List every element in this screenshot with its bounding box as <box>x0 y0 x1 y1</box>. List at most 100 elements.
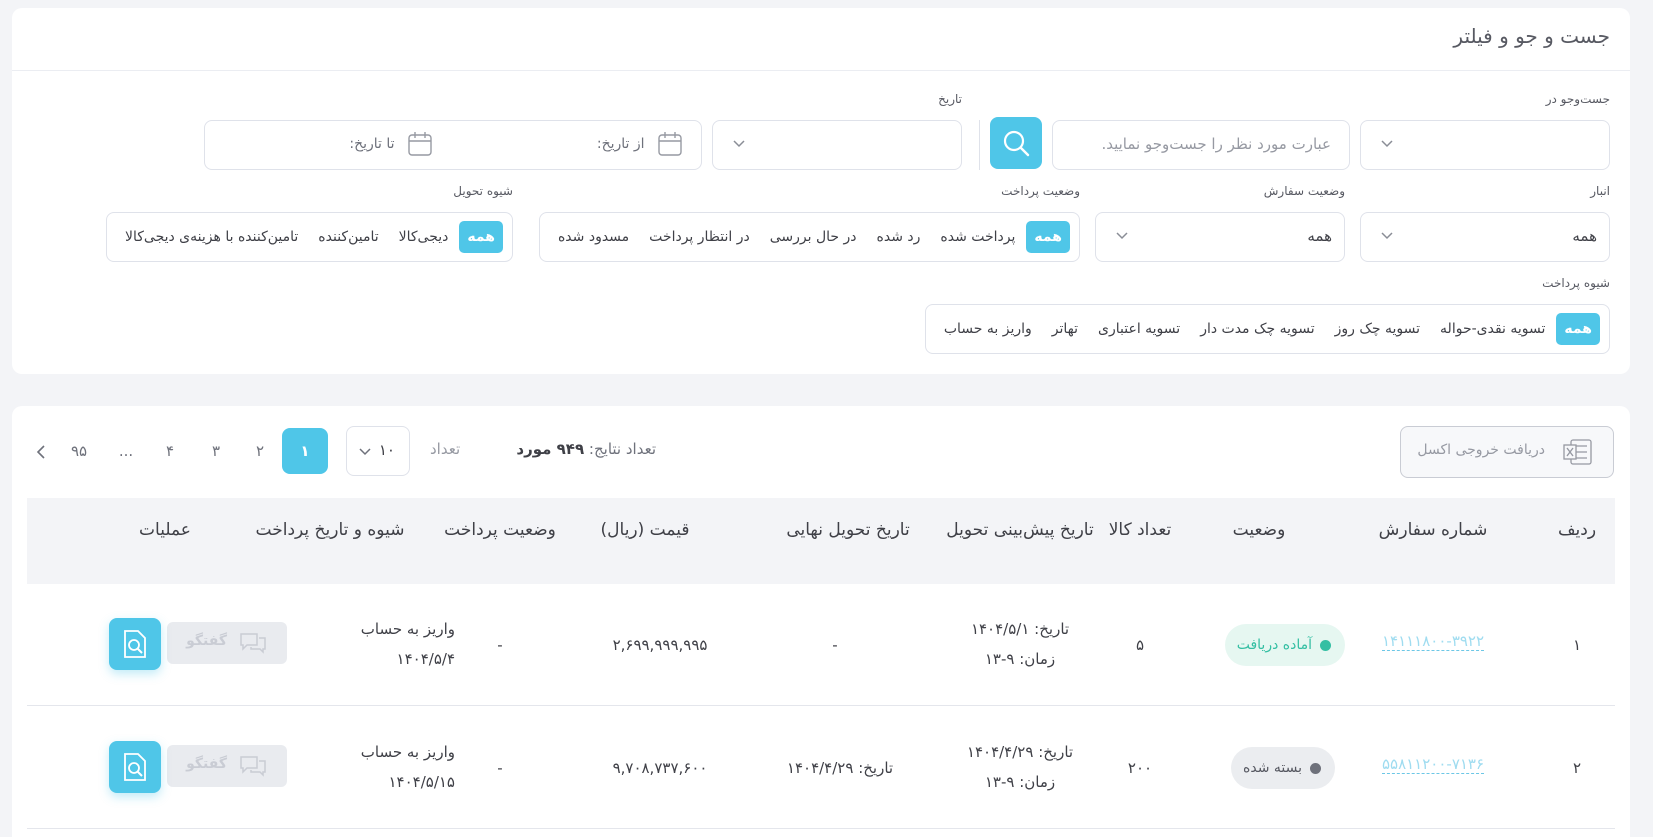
excel-export-label: دریافت خروجی اکسل <box>1417 442 1545 458</box>
column-header: قیمت (ریال) <box>600 520 690 540</box>
calendar-icon <box>407 131 433 157</box>
filter-title: جست و جو و فیلتر <box>1453 24 1610 48</box>
divider <box>12 70 1630 71</box>
page-button[interactable]: ۲ <box>250 428 270 474</box>
row-index: ۲ <box>1572 759 1582 777</box>
forecast-time: زمان: ۹-۱۳ <box>984 650 1056 668</box>
column-header: وضعیت <box>1232 520 1286 540</box>
table-row: ۱ ۱۴۱۱۱۸۰۰-۳۹۲۲ آماده دریافت ۵ تاریخ: ۱۴… <box>27 584 1615 706</box>
view-document-icon <box>124 753 146 781</box>
payment-status-option[interactable]: در انتظار پرداخت <box>640 221 759 253</box>
date-type-select[interactable] <box>712 120 962 170</box>
forecast-date: تاریخ: ۱۴۰۴/۵/۱ <box>970 620 1070 638</box>
search-button[interactable] <box>990 117 1042 169</box>
payment-method-option[interactable]: همه <box>1556 313 1600 345</box>
view-document-icon <box>124 630 146 658</box>
to-date-input[interactable]: تا تاریخ: <box>349 131 433 161</box>
results-card: دریافت خروجی اکسل تعداد نتایج: ۹۴۹ مورد … <box>12 406 1630 837</box>
view-order-button[interactable] <box>109 618 161 670</box>
search-icon <box>1003 130 1030 157</box>
payment-method-option[interactable]: تسویه چک روز <box>1326 313 1429 345</box>
payment-status-option[interactable]: مسدود شده <box>549 221 638 253</box>
final-delivery: - <box>832 636 838 654</box>
from-date-input[interactable]: از تاریخ: <box>597 131 683 161</box>
view-order-button[interactable] <box>109 741 161 793</box>
row-index: ۱ <box>1572 636 1582 654</box>
result-count-label: تعداد نتایج: <box>588 440 656 458</box>
chevron-down-icon <box>359 445 371 457</box>
warehouse-label: انبار <box>1590 184 1610 198</box>
payment-status-option[interactable]: رد شده <box>868 221 930 253</box>
page-button[interactable]: ۱ <box>282 428 328 474</box>
date-range-field[interactable]: از تاریخ: تا تاریخ: <box>204 120 702 170</box>
forecast-date: تاریخ: ۱۴۰۴/۴/۲۹ <box>966 743 1074 761</box>
column-header: تاریخ تحویل نهایی <box>786 520 910 540</box>
column-header: شماره سفارش <box>1378 520 1488 540</box>
payment-status-label: وضعیت پرداخت <box>1001 184 1080 198</box>
order-number-link[interactable]: ۱۴۱۱۱۸۰۰-۳۹۲۲ <box>1363 626 1503 656</box>
delivery-method-option[interactable]: تامین‌کننده <box>309 221 387 253</box>
chat-button[interactable]: گفتگو <box>167 745 287 787</box>
payment-method-option[interactable]: تسویه نقدی-حواله <box>1431 313 1554 345</box>
payment-status-segmented: همه پرداخت شده رد شده در حال بررسی در ان… <box>538 212 1080 262</box>
chat-icon <box>240 756 266 777</box>
filter-card: جست و جو و فیلتر جست‌وجو در عبارت مورد ن… <box>12 8 1630 374</box>
chat-button[interactable]: گفتگو <box>167 622 287 664</box>
payment-date: ۱۴۰۴/۵/۴ <box>396 650 455 668</box>
payment-status-option[interactable]: پرداخت شده <box>931 221 1024 253</box>
forecast-delivery: تاریخ: ۱۴۰۴/۵/۱ زمان: ۹-۱۳ <box>925 614 1115 674</box>
search-input[interactable]: عبارت مورد نظر را جست‌وجو نمایید. <box>1052 120 1350 170</box>
delivery-method-option[interactable]: تامین‌کننده با هزینه‌ی دیجی‌کالا <box>116 221 307 253</box>
column-header: وضعیت پرداخت <box>444 520 556 540</box>
chevron-down-icon <box>733 137 745 149</box>
search-in-select[interactable] <box>1360 120 1610 170</box>
chat-icon <box>240 633 266 654</box>
delivery-method-option[interactable]: دیجی‌کالا <box>390 221 458 253</box>
order-number-link[interactable]: ۵۵۸۱۱۲۰۰-۷۱۳۶ <box>1363 749 1503 779</box>
payment-method-date: واریز به حساب ۱۴۰۴/۵/۱۵ <box>295 737 455 797</box>
excel-export-button[interactable]: دریافت خروجی اکسل <box>1400 426 1614 478</box>
result-count-value: ۹۴۹ مورد <box>516 440 585 458</box>
order-status-select[interactable]: همه <box>1095 212 1345 262</box>
calendar-icon <box>657 131 683 157</box>
date-label: تاریخ <box>938 92 962 106</box>
excel-icon <box>1563 439 1592 465</box>
warehouse-value: همه <box>1572 227 1597 245</box>
forecast-delivery: تاریخ: ۱۴۰۴/۴/۲۹ زمان: ۹-۱۳ <box>925 737 1115 797</box>
payment-method-label: شیوه پرداخت <box>1542 276 1610 290</box>
payment-method-option[interactable]: تهاتر <box>1043 313 1087 345</box>
payment-status-option[interactable]: همه <box>1026 221 1070 253</box>
chevron-down-icon <box>1116 229 1128 241</box>
payment-method-option[interactable]: تسویه اعتباری <box>1089 313 1189 345</box>
result-count: تعداد نتایج: ۹۴۹ مورد <box>516 440 656 458</box>
per-page-value: ۱۰ <box>378 441 395 459</box>
payment-method-option[interactable]: واریز به حساب <box>935 313 1041 345</box>
delivery-method-option[interactable]: همه <box>459 221 503 253</box>
payment-method-option[interactable]: تسویه چک مدت دار <box>1191 313 1323 345</box>
status-badge: بسته شده <box>1231 747 1335 789</box>
page-ellipsis: ... <box>118 442 134 460</box>
page-button[interactable]: ۴ <box>160 428 180 474</box>
order-number: ۱۴۱۱۱۸۰۰-۳۹۲۲ <box>1381 632 1485 651</box>
per-page-select[interactable]: ۱۰ <box>346 426 410 476</box>
warehouse-select[interactable]: همه <box>1360 212 1610 262</box>
per-page-label: تعداد <box>430 440 461 458</box>
page-button[interactable]: ۳ <box>206 428 226 474</box>
table-header: ردیف شماره سفارش وضعیت تعداد کالا تاریخ … <box>27 498 1615 584</box>
column-header: شیوه و تاریخ پرداخت <box>255 520 405 540</box>
page-button[interactable]: ۹۵ <box>66 428 92 474</box>
delivery-method-segmented: همه دیجی‌کالا تامین‌کننده تامین‌کننده با… <box>105 212 513 262</box>
divider <box>979 120 980 170</box>
payment-method: واریز به حساب <box>360 620 455 638</box>
column-header: عملیات <box>139 520 191 540</box>
payment-status-option[interactable]: در حال بررسی <box>761 221 866 253</box>
price: ۲,۶۹۹,۹۹۹,۹۹۵ <box>612 636 708 654</box>
next-page-button[interactable] <box>34 428 48 474</box>
table-row: ۲ ۵۵۸۱۱۲۰۰-۷۱۳۶ بسته شده ۲۰۰ تاریخ: ۱۴۰۴… <box>27 707 1615 829</box>
column-header: تاریخ پیش‌بینی تحویل <box>946 520 1094 540</box>
column-header: ردیف <box>1557 520 1597 540</box>
final-delivery: تاریخ: ۱۴۰۴/۴/۲۹ <box>786 759 894 777</box>
status-dot <box>1320 639 1331 651</box>
column-header: تعداد کالا <box>1108 520 1172 540</box>
payment-method-segmented: همه تسویه نقدی-حواله تسویه چک روز تسویه … <box>924 304 1610 354</box>
